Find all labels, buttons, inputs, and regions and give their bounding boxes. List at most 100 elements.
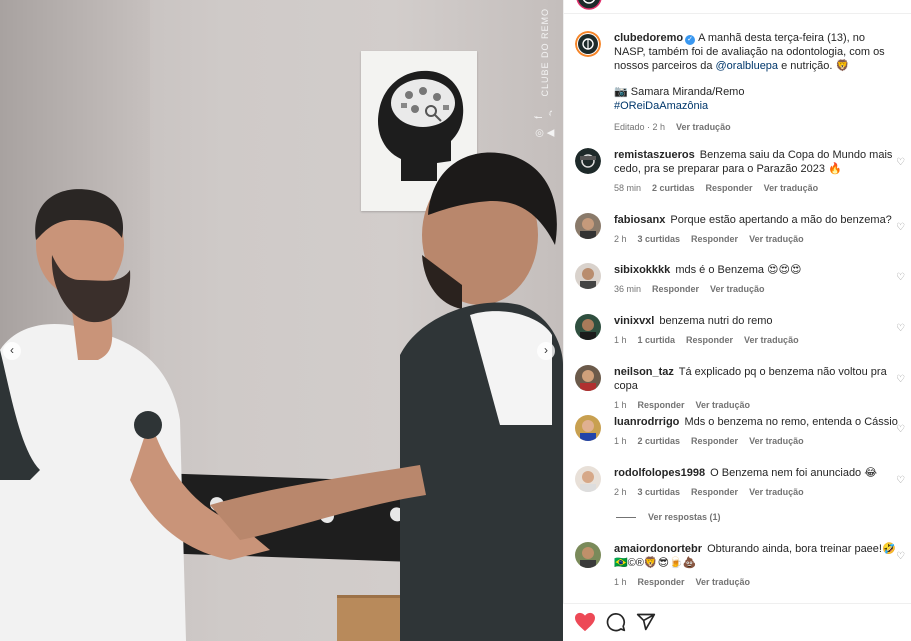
comment-text: benzema nutri do remo bbox=[659, 315, 773, 327]
comment-avatar[interactable] bbox=[575, 263, 601, 289]
comment-time: 1 h bbox=[614, 335, 627, 345]
caption-meta: Editado · 2 h Ver tradução bbox=[614, 120, 892, 134]
view-replies-button[interactable]: Ver respostas (1) bbox=[616, 512, 721, 522]
comment-translate-link[interactable]: Ver tradução bbox=[696, 575, 751, 589]
comment-row: luanrodrrigo Mds o benzema no remo, ente… bbox=[575, 415, 905, 448]
caption-username[interactable]: clubedoremo bbox=[614, 32, 683, 44]
comment-avatar[interactable] bbox=[575, 148, 601, 174]
comment-meta: 2 h 3 curtidas Responder Ver tradução bbox=[614, 485, 904, 499]
comment-meta: 58 min 2 curtidas Responder Ver tradução bbox=[614, 181, 904, 195]
comment-time: 36 min bbox=[614, 284, 642, 294]
comment-body: sibixokkkk mds é o Benzema 😍😍😍 36 min Re… bbox=[614, 263, 904, 296]
comment-icon[interactable] bbox=[606, 612, 626, 632]
caption-translate-link[interactable]: Ver tradução bbox=[676, 120, 731, 134]
comment-reply-button[interactable]: Responder bbox=[686, 333, 733, 347]
comment-body: neilson_taz Tá explicado pq o benzema nã… bbox=[614, 365, 904, 412]
header-avatar[interactable] bbox=[576, 0, 602, 10]
comment-meta: 36 min Responder Ver tradução bbox=[614, 282, 904, 296]
comment-reply-button[interactable]: Responder bbox=[652, 282, 699, 296]
comment-body: fabiosanx Porque estão apertando a mão d… bbox=[614, 213, 904, 246]
chevron-right-icon: › bbox=[544, 343, 548, 357]
comment-text: O Benzema nem foi anunciado 😂 bbox=[710, 467, 878, 479]
comment-likes[interactable]: 3 curtidas bbox=[638, 485, 681, 499]
comment-username[interactable]: sibixokkkk bbox=[614, 264, 670, 276]
comment-username[interactable]: vinixvxl bbox=[614, 315, 654, 327]
heart-outline-icon[interactable]: ♡ bbox=[896, 551, 905, 562]
comment-username[interactable]: neilson_taz bbox=[614, 366, 674, 378]
verified-badge-icon: ✓ bbox=[685, 35, 696, 45]
comment-reply-button[interactable]: Responder bbox=[638, 575, 685, 589]
comment-row: neilson_taz Tá explicado pq o benzema nã… bbox=[575, 365, 905, 412]
comment-avatar[interactable] bbox=[575, 213, 601, 239]
caption-avatar[interactable] bbox=[575, 31, 601, 57]
carousel-next-button[interactable]: › bbox=[537, 342, 555, 360]
heart-outline-icon[interactable]: ♡ bbox=[896, 222, 905, 233]
heart-outline-icon[interactable]: ♡ bbox=[896, 374, 905, 385]
comment-row: vinixvxl benzema nutri do remo 1 h 1 cur… bbox=[575, 314, 905, 347]
comment-time: 1 h bbox=[614, 436, 627, 446]
comments-panel: clubedoremo ✓ A manhã desta terça-feira (1… bbox=[563, 0, 911, 641]
comment-avatar[interactable] bbox=[575, 415, 601, 441]
comment-username[interactable]: remistaszueros bbox=[614, 149, 695, 161]
comment-translate-link[interactable]: Ver tradução bbox=[696, 398, 751, 412]
comment-username[interactable]: luanrodrrigo bbox=[614, 416, 679, 428]
heart-filled-icon[interactable] bbox=[574, 612, 596, 632]
comment-time: 2 h bbox=[614, 234, 627, 244]
caption-hashtag-link[interactable]: #OReiDaAmazônia bbox=[614, 99, 892, 113]
comment-avatar[interactable] bbox=[575, 365, 601, 391]
comment-reply-button[interactable]: Responder bbox=[706, 181, 753, 195]
caption-mention-link[interactable]: @oralbluepa bbox=[716, 60, 779, 72]
heart-outline-icon[interactable]: ♡ bbox=[896, 323, 905, 334]
comment-likes[interactable]: 1 curtida bbox=[638, 333, 676, 347]
heart-outline-icon[interactable]: ♡ bbox=[896, 157, 905, 168]
comment-meta: 1 h Responder Ver tradução bbox=[614, 398, 904, 412]
heart-outline-icon[interactable]: ♡ bbox=[896, 424, 905, 435]
replies-divider bbox=[616, 516, 636, 518]
heart-outline-icon[interactable]: ♡ bbox=[896, 475, 905, 486]
comment-time: 1 h bbox=[614, 400, 627, 410]
comment-username[interactable]: fabiosanx bbox=[614, 214, 665, 226]
caption-row: clubedoremo ✓ A manhã desta terça-feira (1… bbox=[575, 31, 905, 134]
comment-username[interactable]: rodolfolopes1998 bbox=[614, 467, 705, 479]
comment-row: fabiosanx Porque estão apertando a mão d… bbox=[575, 213, 905, 246]
view-replies-label: Ver respostas (1) bbox=[648, 512, 721, 522]
caption-body: clubedoremo ✓ A manhã desta terça-feira (1… bbox=[614, 31, 892, 134]
comment-meta: 1 h Responder Ver tradução bbox=[614, 575, 904, 589]
comment-meta: 1 h 1 curtida Responder Ver tradução bbox=[614, 333, 904, 347]
post-action-bar bbox=[563, 603, 911, 641]
comment-text: mds é o Benzema 😍😍😍 bbox=[675, 264, 802, 276]
share-icon[interactable] bbox=[636, 612, 656, 632]
comment-translate-link[interactable]: Ver tradução bbox=[710, 282, 765, 296]
comment-body: luanrodrrigo Mds o benzema no remo, ente… bbox=[614, 415, 904, 448]
comment-likes[interactable]: 2 curtidas bbox=[638, 434, 681, 448]
carousel-prev-button[interactable]: ‹ bbox=[3, 342, 21, 360]
comment-avatar[interactable] bbox=[575, 314, 601, 340]
watermark-social-icons: ◎ f ▶ ♪ bbox=[534, 104, 556, 138]
comment-avatar[interactable] bbox=[575, 466, 601, 492]
comment-row: remistaszueros Benzema saiu da Copa do M… bbox=[575, 148, 905, 195]
post-photo[interactable]: CLUBE DO REMO ◎ f ▶ ♪ ‹ › bbox=[0, 0, 563, 641]
comment-row: amaiordonortebr Obturando ainda, bora tr… bbox=[575, 542, 905, 589]
comment-reply-button[interactable]: Responder bbox=[691, 485, 738, 499]
comment-translate-link[interactable]: Ver tradução bbox=[749, 485, 804, 499]
comment-time: 1 h bbox=[614, 577, 627, 587]
comment-translate-link[interactable]: Ver tradução bbox=[744, 333, 799, 347]
heart-outline-icon[interactable]: ♡ bbox=[896, 272, 905, 283]
comment-reply-button[interactable]: Responder bbox=[691, 434, 738, 448]
comment-likes[interactable]: 2 curtidas bbox=[652, 181, 695, 195]
comment-translate-link[interactable]: Ver tradução bbox=[764, 181, 819, 195]
caption-credit: 📷 Samara Miranda/Remo bbox=[614, 86, 745, 98]
comment-username[interactable]: amaiordonortebr bbox=[614, 543, 702, 555]
post-header bbox=[564, 0, 911, 14]
chevron-left-icon: ‹ bbox=[10, 343, 14, 357]
comment-reply-button[interactable]: Responder bbox=[691, 232, 738, 246]
comment-translate-link[interactable]: Ver tradução bbox=[749, 434, 804, 448]
comment-body: rodolfolopes1998 O Benzema nem foi anunc… bbox=[614, 466, 904, 499]
comments-list[interactable]: clubedoremo ✓ A manhã desta terça-feira (1… bbox=[564, 15, 911, 603]
comment-avatar[interactable] bbox=[575, 542, 601, 568]
comment-translate-link[interactable]: Ver tradução bbox=[749, 232, 804, 246]
comment-body: amaiordonortebr Obturando ainda, bora tr… bbox=[614, 542, 904, 589]
comment-reply-button[interactable]: Responder bbox=[638, 398, 685, 412]
comment-time: 2 h bbox=[614, 487, 627, 497]
comment-likes[interactable]: 3 curtidas bbox=[638, 232, 681, 246]
